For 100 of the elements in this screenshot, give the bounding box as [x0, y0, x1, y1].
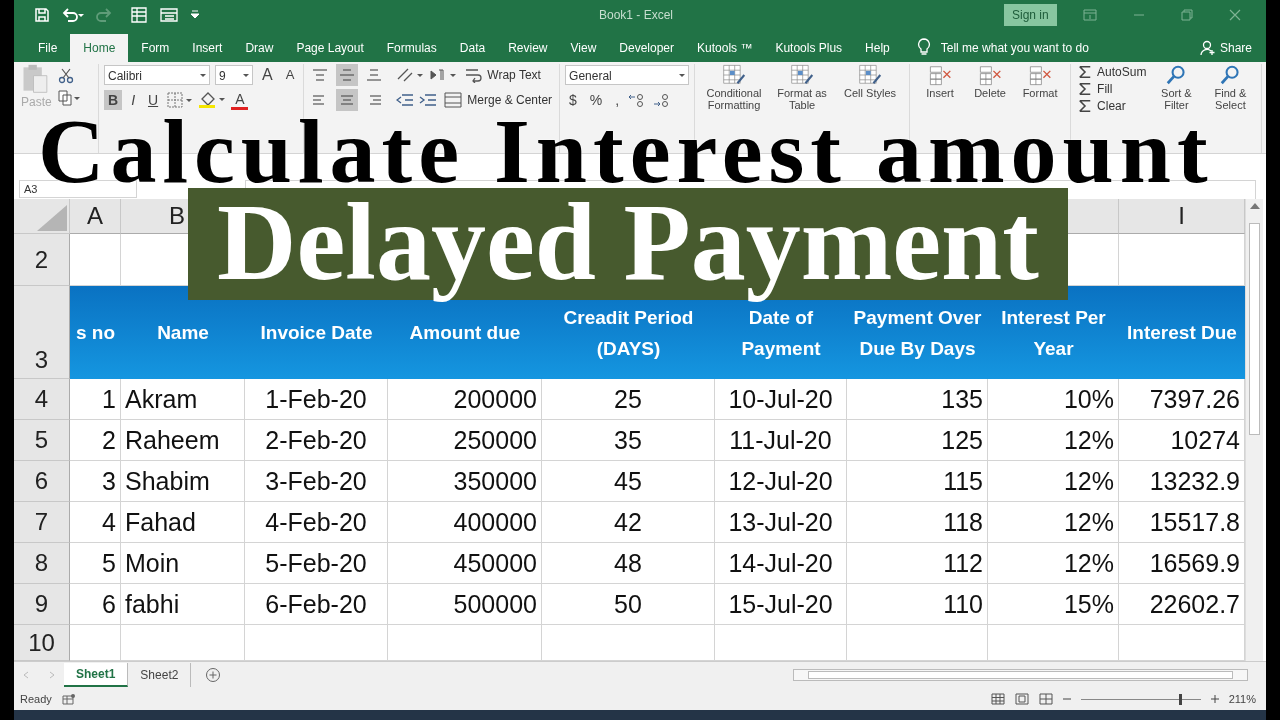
person-icon — [1199, 39, 1216, 56]
table-cell: 2 — [70, 420, 121, 462]
row-header[interactable]: 2 — [14, 234, 70, 287]
table-cell: 48 — [542, 543, 715, 585]
sheet-tab[interactable]: Sheet2 — [128, 663, 192, 688]
table-cell: 6-Feb-20 — [245, 584, 388, 626]
font-style-button[interactable]: B — [104, 89, 123, 110]
ribbon-tab[interactable]: Page Layout — [286, 33, 374, 62]
font-style-button[interactable]: U — [144, 89, 163, 110]
editing-button[interactable]: Clear — [1076, 97, 1149, 114]
fill-color-icon[interactable] — [198, 90, 227, 109]
merge-center-button[interactable]: Merge & Center — [442, 90, 555, 109]
ribbon-tab[interactable]: Formulas — [376, 33, 447, 62]
table-cell: 10-Jul-20 — [715, 379, 847, 421]
zoom-in-icon[interactable] — [1210, 695, 1219, 704]
tell-me-search[interactable]: Tell me what you want to do — [940, 33, 1089, 62]
styles-button[interactable]: Conditional Formatting — [700, 63, 769, 111]
editing-button[interactable]: Sort & Filter — [1150, 63, 1203, 111]
ribbon-tab[interactable]: Insert — [182, 33, 233, 62]
cells-button[interactable]: Format — [1015, 63, 1066, 99]
number-format-button[interactable]: , — [611, 89, 624, 110]
zoom-level[interactable]: 211% — [1228, 693, 1256, 706]
font-size-field[interactable]: 9 — [215, 64, 253, 85]
macro-record-icon[interactable] — [61, 693, 76, 706]
row-header[interactable]: 7 — [14, 502, 70, 544]
row-header[interactable]: 5 — [14, 420, 70, 462]
table-cell: 12% — [988, 543, 1119, 585]
ribbon-tab[interactable]: Review — [498, 33, 558, 62]
ribbon-tab[interactable]: Kutools ™ — [687, 33, 763, 62]
column-letter: A — [87, 202, 103, 231]
align-button[interactable] — [336, 63, 359, 86]
styles-button[interactable]: Format as Table — [768, 63, 837, 111]
lightbulb-icon[interactable] — [916, 37, 931, 56]
copy-icon[interactable] — [57, 89, 80, 106]
editing-button[interactable]: Fill — [1076, 80, 1149, 97]
editing-button[interactable]: AutoSum — [1076, 63, 1149, 80]
shrink-font-button[interactable]: A — [281, 65, 299, 85]
increase-indent-icon[interactable] — [419, 91, 438, 108]
grow-font-button[interactable]: A — [258, 63, 277, 86]
row-header[interactable]: 6 — [14, 461, 70, 503]
ribbon-tab[interactable]: Developer — [609, 33, 684, 62]
normal-view-icon[interactable] — [990, 693, 1005, 706]
editing-button[interactable]: Find & Select — [1204, 63, 1257, 111]
cells-button[interactable]: Insert — [915, 63, 966, 99]
title-banner-overlay: Delayed Payment — [188, 188, 1068, 300]
form-icon[interactable] — [130, 6, 148, 23]
page-layout-icon[interactable] — [1014, 693, 1029, 706]
row-header[interactable]: 4 — [14, 379, 70, 421]
align-icon — [339, 66, 356, 83]
window-title: Book1 - Excel — [599, 7, 675, 22]
sign-in-button[interactable]: Sign in — [1004, 3, 1057, 26]
ribbon-tab[interactable]: Form — [131, 33, 180, 62]
styles-button[interactable]: Cell Styles — [836, 63, 905, 99]
customize-icon[interactable] — [190, 8, 200, 21]
number-format-field[interactable]: General — [565, 64, 690, 85]
align-button[interactable] — [336, 88, 359, 111]
table-cell: 2-Feb-20 — [245, 420, 388, 462]
undo-icon[interactable] — [62, 6, 84, 23]
number-format-button[interactable]: $ — [565, 89, 581, 110]
zoom-slider-thumb[interactable] — [1179, 693, 1183, 705]
ribbon-tab[interactable]: View — [560, 33, 607, 62]
table-cell: 112 — [847, 543, 988, 585]
decrease-indent-icon[interactable] — [396, 91, 415, 108]
ribbon-tab[interactable]: Help — [855, 33, 900, 62]
wrap-text-button[interactable]: Wrap Text — [462, 65, 543, 84]
save-icon[interactable] — [34, 6, 50, 23]
row-header[interactable]: 10 — [14, 625, 70, 662]
row-header[interactable]: 9 — [14, 584, 70, 626]
page-break-icon[interactable] — [1038, 693, 1053, 706]
wrap-text-icon — [464, 66, 483, 83]
column-header[interactable]: A — [70, 199, 121, 235]
horizontal-scrollbar[interactable] — [793, 669, 1248, 682]
table-cell: 3 — [70, 461, 121, 503]
table-icon[interactable] — [160, 6, 178, 23]
close-icon[interactable] — [1228, 8, 1241, 21]
orientation-icon[interactable] — [396, 66, 425, 83]
table-cell: 1-Feb-20 — [245, 379, 388, 421]
row-header[interactable]: 8 — [14, 543, 70, 585]
paragraph-direction-icon[interactable] — [429, 66, 458, 83]
row-header[interactable]: 3 — [14, 286, 70, 380]
font-name-field[interactable]: Calibri — [104, 64, 210, 85]
column-header[interactable]: I — [1119, 199, 1245, 235]
table-cell: 135 — [847, 379, 988, 421]
share-button[interactable]: Share — [1193, 33, 1258, 62]
font-style-button[interactable]: I — [127, 89, 139, 110]
ribbon-tab[interactable]: Home — [70, 33, 129, 62]
cells-button[interactable]: Delete — [965, 63, 1016, 99]
table-cell: 5 — [70, 543, 121, 585]
ribbon-tab[interactable]: Data — [449, 33, 496, 62]
sheet-tab[interactable]: Sheet1 — [64, 663, 129, 688]
add-sheet-icon[interactable] — [205, 667, 222, 684]
number-format-button[interactable]: % — [585, 89, 607, 110]
cut-icon[interactable] — [57, 67, 74, 84]
font-color-button[interactable]: A — [231, 89, 249, 111]
ribbon-tab[interactable]: Draw — [235, 33, 284, 62]
vertical-scrollbar[interactable] — [1245, 199, 1263, 662]
ribbon-tab[interactable]: Kutools Plus — [765, 33, 853, 62]
ribbon-tab[interactable]: File — [28, 33, 68, 62]
table-cell: 11-Jul-20 — [715, 420, 847, 462]
column-letter: B — [169, 202, 185, 231]
